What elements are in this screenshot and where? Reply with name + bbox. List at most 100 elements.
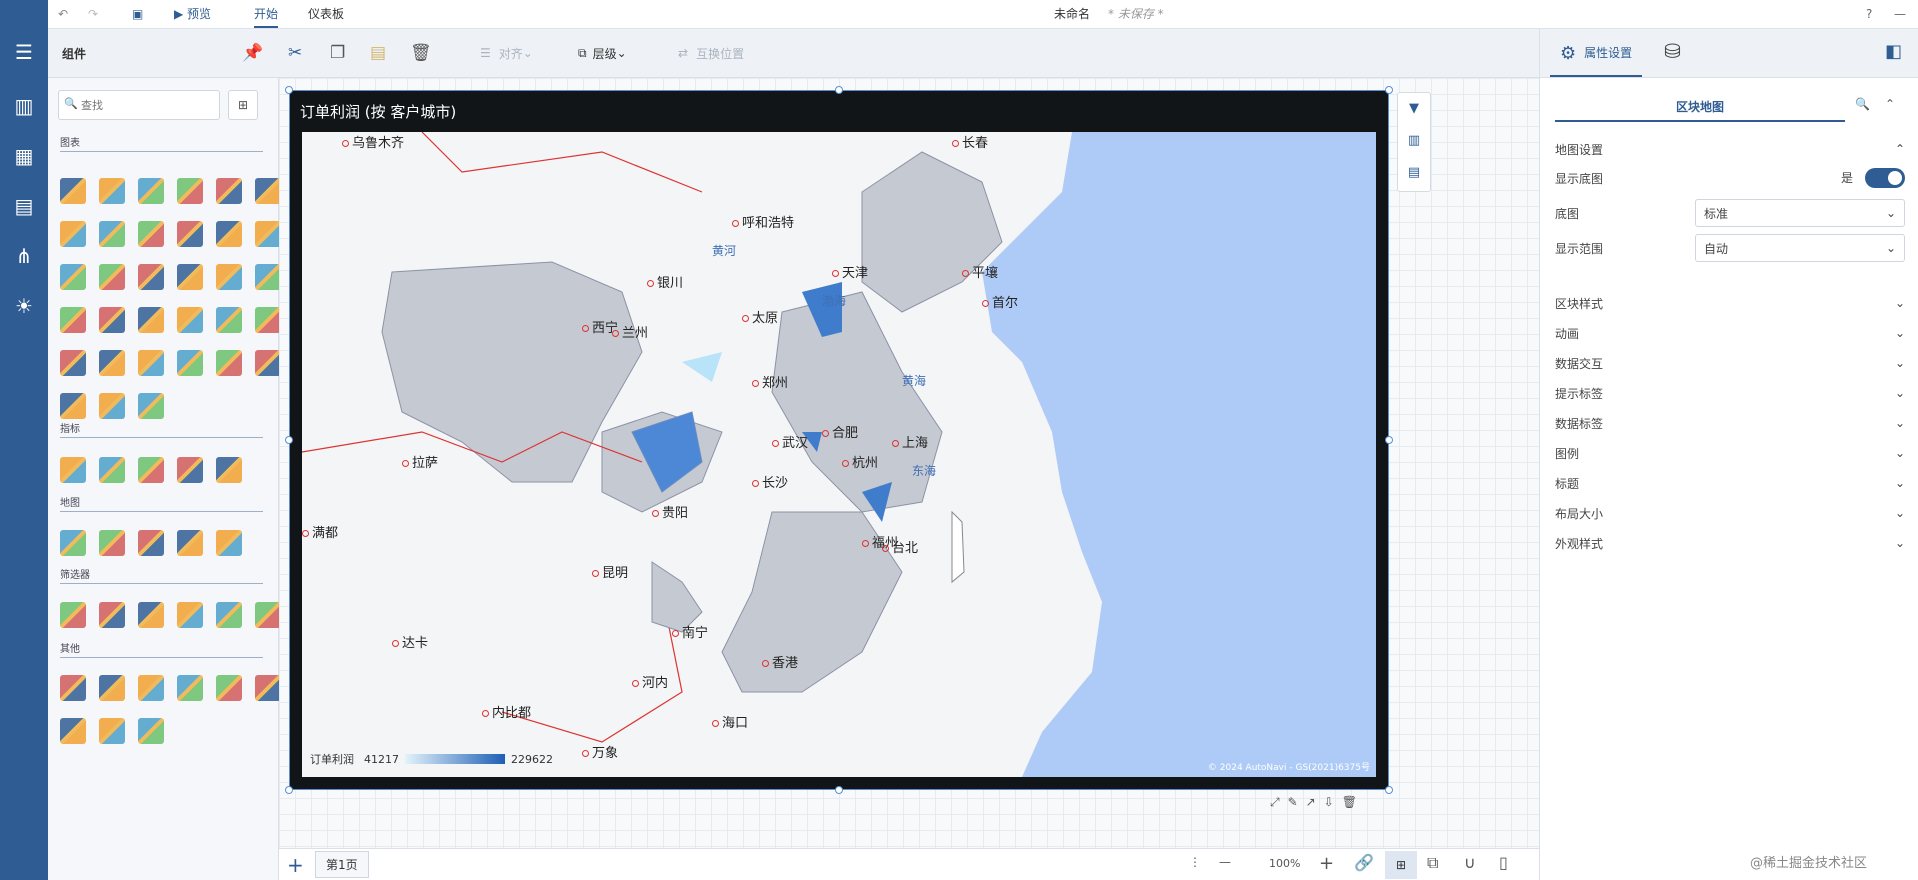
component-icon[interactable] xyxy=(99,393,125,419)
component-icon[interactable] xyxy=(138,178,164,204)
component-icon[interactable] xyxy=(177,264,203,290)
zoom-in-icon[interactable]: + xyxy=(1319,853,1334,874)
component-icon[interactable] xyxy=(216,675,242,701)
component-icon[interactable] xyxy=(216,178,242,204)
component-icon[interactable] xyxy=(138,602,164,628)
component-icon[interactable] xyxy=(255,675,281,701)
property-section[interactable]: 动画 ⌄ xyxy=(1555,318,1905,348)
dashboard-nav-icon[interactable]: ▦ xyxy=(0,134,48,178)
component-icon[interactable] xyxy=(60,393,86,419)
component-icon[interactable] xyxy=(177,350,203,376)
help-icon[interactable]: ? xyxy=(1866,0,1872,28)
property-section[interactable]: 外观样式 ⌄ xyxy=(1555,528,1905,558)
component-icon[interactable] xyxy=(99,307,125,333)
property-section[interactable]: 数据标签 ⌄ xyxy=(1555,408,1905,438)
component-icon[interactable] xyxy=(177,457,203,483)
mobile-icon[interactable]: ▯ xyxy=(1499,853,1508,872)
component-icon[interactable] xyxy=(255,178,281,204)
search-input[interactable] xyxy=(58,90,220,120)
component-icon[interactable] xyxy=(99,178,125,204)
share-icon[interactable]: ↗ xyxy=(1306,795,1324,809)
resize-handle[interactable] xyxy=(1385,436,1393,444)
component-icon[interactable] xyxy=(177,307,203,333)
magnet-icon[interactable]: ∪ xyxy=(1464,853,1476,872)
tab-dashboard[interactable]: 仪表板 xyxy=(308,0,344,28)
property-section[interactable]: 区块样式 ⌄ xyxy=(1555,288,1905,318)
component-icon[interactable] xyxy=(60,530,86,556)
component-icon[interactable] xyxy=(255,307,281,333)
copy-icon[interactable]: ❐ xyxy=(330,29,345,77)
panel-search-icon[interactable]: 🔍 xyxy=(1855,97,1870,111)
grid-toggle-icon[interactable]: ⊞ xyxy=(1385,851,1417,879)
menu-icon[interactable]: ☰ xyxy=(0,30,48,74)
resize-handle[interactable] xyxy=(835,786,843,794)
cut-icon[interactable]: ✂ xyxy=(288,29,302,77)
link-icon[interactable]: 🔗 xyxy=(1354,853,1374,872)
component-icon[interactable] xyxy=(255,602,281,628)
resize-handle[interactable] xyxy=(835,86,843,94)
undo-icon[interactable]: ↶ xyxy=(58,0,68,28)
resize-handle[interactable] xyxy=(1385,86,1393,94)
component-icon[interactable] xyxy=(60,178,86,204)
panel-collapse-all-icon[interactable]: ⌃ xyxy=(1885,97,1895,111)
component-icon[interactable] xyxy=(99,530,125,556)
save-icon[interactable]: ▣ xyxy=(132,0,143,28)
component-icon[interactable] xyxy=(255,221,281,247)
show-basemap-toggle[interactable] xyxy=(1865,168,1905,188)
component-icon[interactable] xyxy=(99,221,125,247)
component-icon[interactable] xyxy=(60,457,86,483)
component-icon[interactable] xyxy=(99,675,125,701)
bulb-nav-icon[interactable]: ☀ xyxy=(0,284,48,328)
basemap-select[interactable]: 标准 ⌄ xyxy=(1695,199,1905,227)
component-icon[interactable] xyxy=(138,718,164,744)
component-icon[interactable] xyxy=(60,718,86,744)
filter-icon[interactable]: ▼ xyxy=(1398,93,1430,125)
database-icon[interactable]: ⛁ xyxy=(1664,39,1681,63)
chart-analysis-icon[interactable]: ▥ xyxy=(1398,125,1430,157)
resize-handle[interactable] xyxy=(285,786,293,794)
resize-handle[interactable] xyxy=(285,86,293,94)
zoom-level[interactable]: 100% xyxy=(1269,857,1300,870)
comment-icon[interactable]: ✎ xyxy=(1288,795,1306,809)
export-icon[interactable]: ⇩ xyxy=(1324,795,1342,809)
component-icon[interactable] xyxy=(216,264,242,290)
chart-nav-icon[interactable]: ▥ xyxy=(0,84,48,128)
add-page-icon[interactable]: + xyxy=(287,853,304,877)
component-icon[interactable] xyxy=(255,264,281,290)
fullscreen-icon[interactable]: ⤢ xyxy=(1270,795,1288,809)
component-icon[interactable] xyxy=(138,350,164,376)
redo-icon[interactable]: ↷ xyxy=(88,0,98,28)
component-icon[interactable] xyxy=(138,307,164,333)
component-icon[interactable] xyxy=(138,457,164,483)
delete-icon[interactable]: 🗑 xyxy=(410,29,432,77)
component-icon[interactable] xyxy=(216,457,242,483)
component-icon[interactable] xyxy=(216,530,242,556)
tab-properties[interactable]: ⚙ 属性设置 xyxy=(1550,29,1643,77)
collapse-panel-icon[interactable]: ◧ xyxy=(1885,41,1902,62)
component-icon[interactable] xyxy=(255,350,281,376)
resize-handle[interactable] xyxy=(285,436,293,444)
component-icon[interactable] xyxy=(177,530,203,556)
property-section[interactable]: 标题 ⌄ xyxy=(1555,468,1905,498)
table-icon[interactable]: ▤ xyxy=(1398,157,1430,189)
component-icon[interactable] xyxy=(99,264,125,290)
component-icon[interactable] xyxy=(60,350,86,376)
component-icon[interactable] xyxy=(177,178,203,204)
property-section[interactable]: 图例 ⌄ xyxy=(1555,438,1905,468)
property-section[interactable]: 数据交互 ⌄ xyxy=(1555,348,1905,378)
component-icon[interactable] xyxy=(177,602,203,628)
zoom-out-icon[interactable]: — xyxy=(1219,855,1231,869)
component-icon[interactable] xyxy=(138,393,164,419)
layer-button[interactable]: ⧉ 层级 ⌄ xyxy=(578,29,627,77)
component-icon[interactable] xyxy=(216,307,242,333)
property-section[interactable]: 提示标签 ⌄ xyxy=(1555,378,1905,408)
layers-icon[interactable]: ⧉ xyxy=(1427,853,1438,873)
preview-button[interactable]: ▶ 预览 xyxy=(174,0,211,28)
component-icon[interactable] xyxy=(60,221,86,247)
component-icon[interactable] xyxy=(216,221,242,247)
component-icon[interactable] xyxy=(60,675,86,701)
component-icon[interactable] xyxy=(138,221,164,247)
component-icon[interactable] xyxy=(216,350,242,376)
component-icon[interactable] xyxy=(138,530,164,556)
component-icon[interactable] xyxy=(138,675,164,701)
